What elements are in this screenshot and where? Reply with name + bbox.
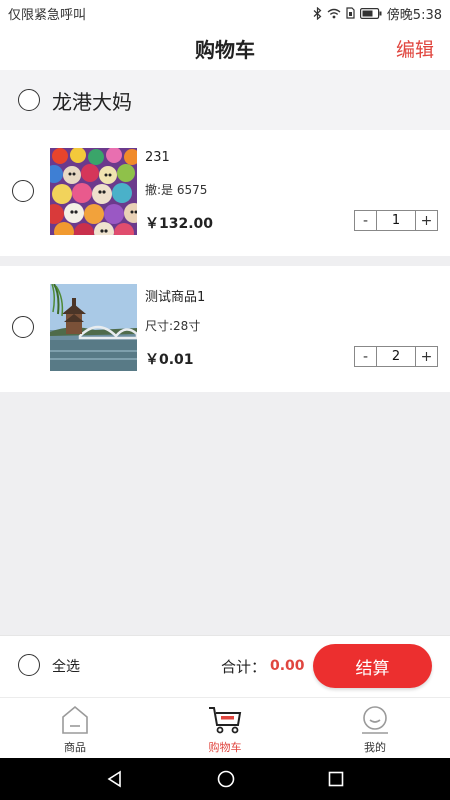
cart-icon <box>209 707 242 734</box>
sim-icon <box>346 7 355 19</box>
checkout-button[interactable]: 结算 <box>313 644 432 688</box>
bottom-tab-bar: 商品 购物车 我的 <box>0 697 450 758</box>
product-price: ￥132.00 <box>145 216 214 232</box>
recents-icon[interactable] <box>328 771 344 787</box>
status-icons: 傍晚5:38 <box>313 4 442 23</box>
total-label: 合计： <box>221 658 267 676</box>
page-title: 购物车 <box>195 37 255 62</box>
product-image[interactable] <box>50 148 137 235</box>
quantity-stepper: - 2 + <box>354 346 438 367</box>
quantity-value[interactable]: 2 <box>376 347 416 366</box>
tab-label: 购物车 <box>208 741 242 754</box>
increase-button[interactable]: + <box>416 347 437 366</box>
bluetooth-icon <box>313 6 322 20</box>
product-spec: 尺寸:28寸 <box>145 319 201 333</box>
store-select-radio[interactable] <box>18 89 40 111</box>
decrease-button[interactable]: - <box>355 347 376 366</box>
product-price: ￥0.01 <box>145 352 194 368</box>
tab-profile[interactable]: 我的 <box>300 698 450 758</box>
tab-label: 商品 <box>64 741 86 754</box>
product-image[interactable] <box>50 284 137 371</box>
cart-item: 测试商品1 尺寸:28寸 ￥0.01 - 2 + <box>0 266 450 392</box>
tab-label: 我的 <box>364 741 386 754</box>
quantity-value[interactable]: 1 <box>376 211 416 230</box>
item-select-radio[interactable] <box>12 316 34 338</box>
home-circle-icon[interactable] <box>217 770 235 788</box>
tab-products[interactable]: 商品 <box>0 698 150 758</box>
total-value: 0.00 <box>270 658 305 674</box>
home-icon <box>62 705 88 734</box>
decrease-button[interactable]: - <box>355 211 376 230</box>
system-nav-bar <box>0 758 450 800</box>
wifi-icon <box>327 8 341 18</box>
status-bar: 仅限紧急呼叫 傍晚5:38 <box>0 0 450 26</box>
product-title[interactable]: 测试商品1 <box>145 286 205 305</box>
cart-item: 231 撤:是 6575 ￥132.00 - 1 + <box>0 130 450 256</box>
item-select-radio[interactable] <box>12 180 34 202</box>
product-title[interactable]: 231 <box>145 150 170 165</box>
select-all-radio[interactable] <box>18 654 40 676</box>
increase-button[interactable]: + <box>416 211 437 230</box>
carrier-text: 仅限紧急呼叫 <box>8 7 87 23</box>
edit-button[interactable]: 编辑 <box>396 35 434 62</box>
app-header: 购物车 编辑 <box>0 26 450 70</box>
battery-icon <box>359 7 382 19</box>
tab-cart[interactable]: 购物车 <box>150 698 300 758</box>
profile-icon <box>362 706 388 734</box>
checkout-bar: 全选 合计： 0.00 结算 <box>0 635 450 697</box>
clock-text: 傍晚5:38 <box>386 7 442 23</box>
select-all-label[interactable]: 全选 <box>52 656 80 676</box>
store-header: 龙港大妈 <box>0 70 450 130</box>
back-icon[interactable] <box>106 770 124 788</box>
quantity-stepper: - 1 + <box>354 210 438 231</box>
product-spec: 撤:是 6575 <box>145 183 208 197</box>
store-name: 龙港大妈 <box>52 89 132 114</box>
